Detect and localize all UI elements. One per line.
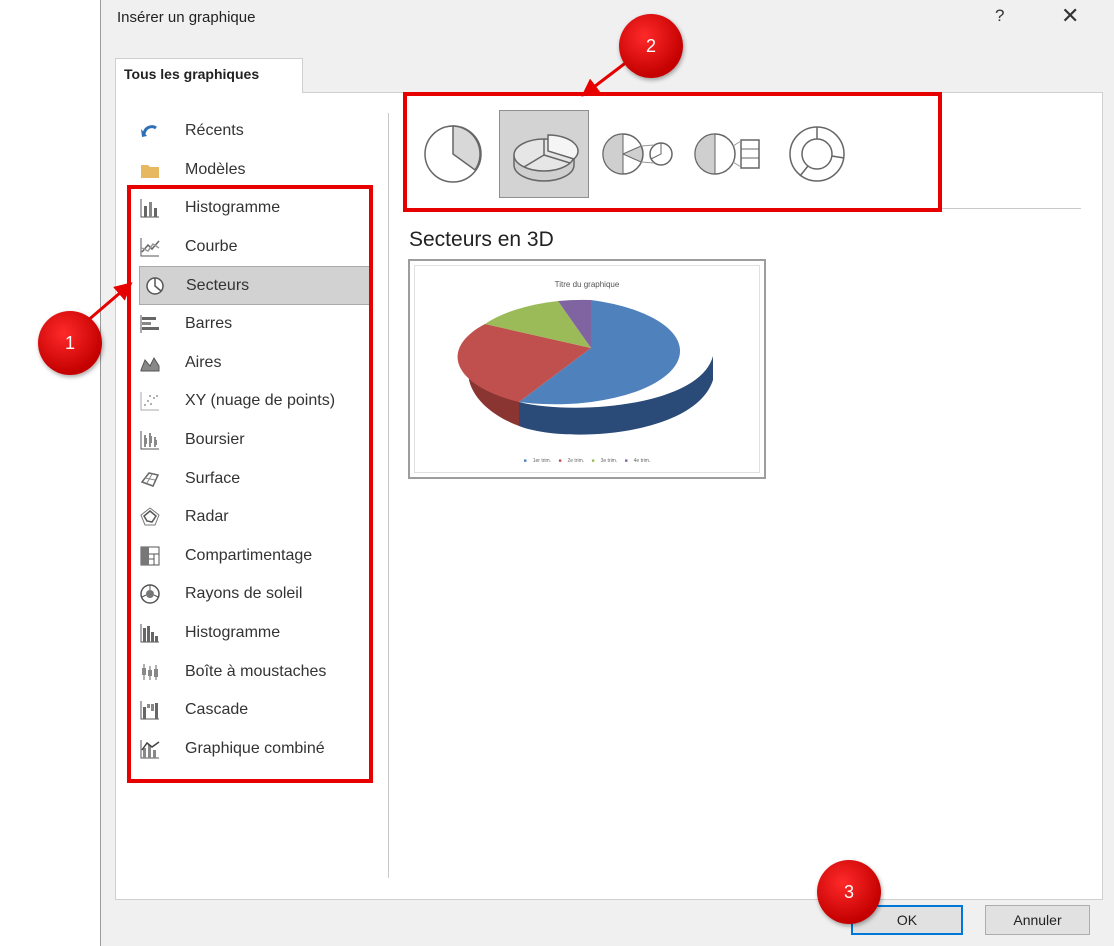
annotation-badge-1: 1 bbox=[38, 311, 102, 375]
annotation-badge-3: 3 bbox=[817, 860, 881, 924]
annotation-arrows bbox=[71, 56, 633, 336]
annotation-badge-2: 2 bbox=[619, 14, 683, 78]
tab-all-charts[interactable]: Tous les graphiques bbox=[115, 58, 303, 93]
